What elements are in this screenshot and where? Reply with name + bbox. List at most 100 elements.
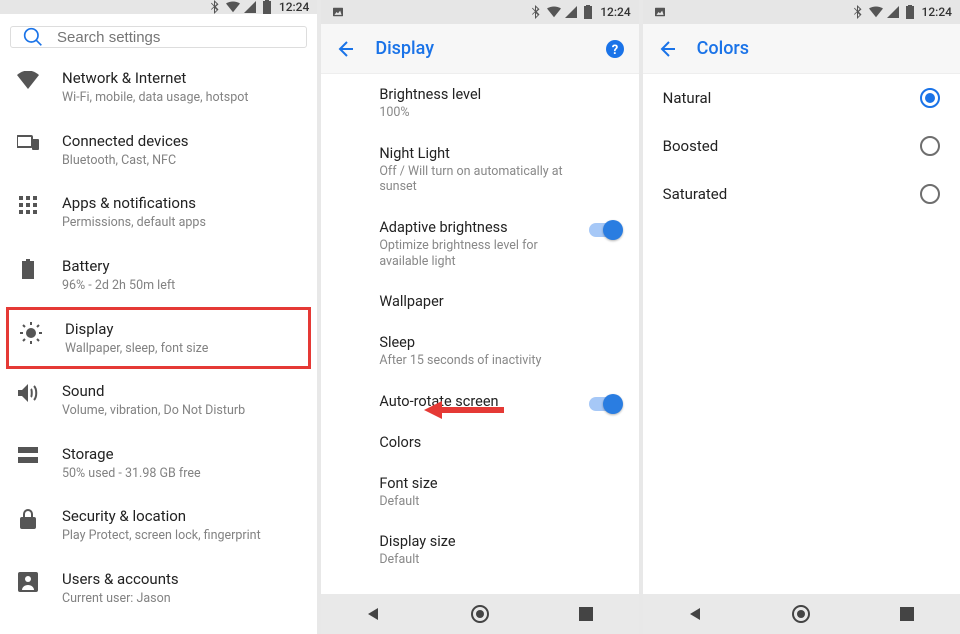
row-title: Colors [379,434,624,451]
colors-panel: 12:24 Colors Natural Boosted Saturated [643,0,960,634]
nav-home[interactable] [791,604,811,624]
cell-signal-icon [564,5,578,19]
row-title: Screen saver [379,592,624,594]
brightness-icon [20,322,42,344]
wifi-icon [547,5,561,19]
page-title: Display [375,38,584,59]
row-title: Wallpaper [379,293,624,310]
image-icon [651,5,665,19]
status-bar: 12:24 [321,0,638,24]
row-adaptive-brightness[interactable]: Adaptive brightness Optimize brightness … [321,207,638,281]
row-sub: After 15 seconds of inactivity [379,353,579,369]
row-brightness-level[interactable]: Brightness level 100% [321,74,638,133]
row-users[interactable]: Users & accounts Current user: Jason [0,557,317,620]
sound-icon [18,384,38,402]
apps-icon [19,196,37,214]
row-title: Font size [379,475,624,492]
search-icon [23,27,43,47]
row-title: Security & location [62,507,301,525]
nav-recent[interactable] [576,604,596,624]
row-accessibility[interactable]: Accessibility [0,620,317,634]
search-input[interactable] [57,29,294,46]
row-sub: Permissions, default apps [62,215,301,231]
row-title: Display [65,320,298,338]
radio-icon[interactable] [920,184,940,204]
radio-icon[interactable] [920,88,940,108]
row-network[interactable]: Network & Internet Wi-Fi, mobile, data u… [0,56,317,119]
row-night-light[interactable]: Night Light Off / Will turn on automatic… [321,133,638,207]
nav-back[interactable] [364,604,384,624]
row-sub: Current user: Jason [62,591,301,607]
image-icon [329,5,343,19]
row-font-size[interactable]: Font size Default [321,463,638,522]
status-clock: 12:24 [600,5,630,19]
color-option-natural[interactable]: Natural [643,74,960,122]
adaptive-brightness-toggle[interactable] [589,223,621,237]
display-header: Display ? [321,24,638,74]
row-display-size[interactable]: Display size Default [321,521,638,580]
color-option-saturated[interactable]: Saturated [643,170,960,218]
lock-icon [20,509,36,529]
svg-text:?: ? [611,43,617,58]
display-list: Brightness level 100% Night Light Off / … [321,74,638,594]
row-apps[interactable]: Apps & notifications Permissions, defaul… [0,181,317,244]
back-arrow-icon[interactable] [657,39,677,59]
nav-recent[interactable] [897,604,917,624]
status-bar: 12:24 [0,0,317,14]
row-title: Storage [62,445,301,463]
row-display[interactable]: Display Wallpaper, sleep, font size [6,307,311,370]
row-security[interactable]: Security & location Play Protect, screen… [0,494,317,557]
row-title: Network & Internet [62,69,301,87]
row-sub: 100% [379,105,579,121]
row-title: Apps & notifications [62,194,301,212]
option-label: Saturated [663,185,728,203]
row-sleep[interactable]: Sleep After 15 seconds of inactivity [321,322,638,381]
row-title: Auto-rotate screen [379,393,624,410]
row-wallpaper[interactable]: Wallpaper [321,281,638,322]
row-title: Connected devices [62,132,301,150]
row-auto-rotate[interactable]: Auto-rotate screen [321,381,638,422]
back-arrow-icon[interactable] [335,39,355,59]
battery-icon [22,259,34,279]
wifi-icon [869,5,883,19]
row-sub: 96% - 2d 2h 50m left [62,278,301,294]
battery-icon [260,0,274,14]
row-sub: Play Protect, screen lock, fingerprint [62,528,301,544]
nav-back[interactable] [686,604,706,624]
row-sub: Volume, vibration, Do Not Disturb [62,403,301,419]
bluetooth-icon [530,5,544,19]
row-sub: Bluetooth, Cast, NFC [62,153,301,169]
radio-icon[interactable] [920,136,940,156]
row-sound[interactable]: Sound Volume, vibration, Do Not Disturb [0,369,317,432]
row-title: Adaptive brightness [379,219,624,236]
row-colors[interactable]: Colors [321,422,638,463]
row-title: Sound [62,382,301,400]
search-settings[interactable] [10,26,307,48]
storage-icon [18,447,38,463]
row-storage[interactable]: Storage 50% used - 31.98 GB free [0,432,317,495]
status-clock: 12:24 [922,5,952,19]
auto-rotate-toggle[interactable] [589,397,621,411]
row-connected-devices[interactable]: Connected devices Bluetooth, Cast, NFC [0,119,317,182]
cell-signal-icon [886,5,900,19]
bluetooth-icon [209,0,223,14]
settings-root-panel: 12:24 Network & Internet Wi-Fi, mobile, … [0,0,317,634]
option-label: Natural [663,89,712,107]
row-screen-saver[interactable]: Screen saver Clock [321,580,638,594]
help-icon[interactable]: ? [605,39,625,59]
row-sub: Wi-Fi, mobile, data usage, hotspot [62,90,301,106]
battery-icon [903,5,917,19]
color-option-boosted[interactable]: Boosted [643,122,960,170]
nav-home[interactable] [470,604,490,624]
display-settings-panel: 12:24 Display ? Brightness level 100% Ni… [321,0,638,634]
row-title: Brightness level [379,86,624,103]
row-title: Sleep [379,334,624,351]
wifi-icon [17,71,39,89]
bluetooth-icon [852,5,866,19]
user-icon [18,572,38,592]
row-title: Battery [62,257,301,275]
nav-bar [321,594,638,634]
row-battery[interactable]: Battery 96% - 2d 2h 50m left [0,244,317,307]
devices-icon [17,134,39,150]
row-sub: Optimize brightness level for available … [379,238,579,269]
